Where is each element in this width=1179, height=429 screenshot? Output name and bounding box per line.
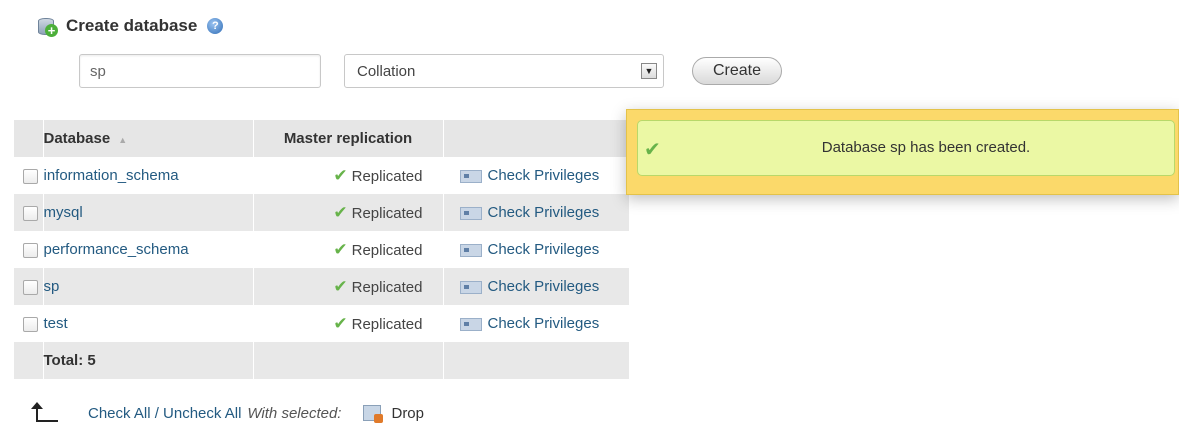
checkmark-icon: ✔ <box>333 202 348 222</box>
privileges-icon[interactable] <box>459 317 482 331</box>
total-row: Total: 5 <box>14 342 630 379</box>
table-row: information_schema ✔ Replicated Check Pri… <box>14 157 630 194</box>
drop-button[interactable]: Drop <box>391 405 424 422</box>
table-row: performance_schema ✔ Replicated Check Pri… <box>14 231 630 268</box>
total-label: Total: 5 <box>43 342 254 379</box>
master-replication-header: Master replication <box>253 120 444 157</box>
check-privileges-cell: Check Privileges <box>443 157 630 194</box>
help-icon[interactable]: ? <box>207 18 224 34</box>
with-selected-label: With selected: <box>247 404 342 422</box>
check-privileges-cell: Check Privileges <box>443 231 630 268</box>
database-name-link[interactable]: mysql <box>43 194 254 231</box>
row-checkbox[interactable] <box>23 242 38 258</box>
row-checkbox-cell <box>14 231 44 268</box>
total-empty-cell <box>443 342 630 379</box>
check-privileges-cell: Check Privileges <box>443 194 630 231</box>
check-privileges-link[interactable]: Check Privileges <box>488 241 600 258</box>
privileges-icon[interactable] <box>459 169 482 183</box>
notification-message-box: ✔ Database sp has been created. <box>637 120 1175 176</box>
database-name-link[interactable]: sp <box>43 268 254 305</box>
database-name-link[interactable]: information_schema <box>43 157 254 194</box>
privileges-icon[interactable] <box>459 206 482 220</box>
replication-status: ✔ Replicated <box>253 268 444 305</box>
create-database-title: Create database <box>66 16 198 35</box>
total-empty-cell <box>253 342 444 379</box>
success-notification[interactable]: ✔ Database sp has been created. <box>626 109 1179 195</box>
checkmark-icon: ✔ <box>333 239 348 259</box>
check-privileges-link[interactable]: Check Privileges <box>488 167 600 184</box>
create-button[interactable]: Create <box>692 57 782 85</box>
check-privileges-cell: Check Privileges <box>443 305 630 342</box>
row-checkbox-cell <box>14 157 44 194</box>
row-checkbox[interactable] <box>23 205 38 221</box>
replication-label: Replicated <box>351 204 423 222</box>
drop-icon[interactable] <box>363 405 384 423</box>
database-header-label: Database <box>43 130 111 147</box>
replication-label: Replicated <box>351 315 423 333</box>
arrow-up-icon <box>30 402 60 424</box>
table-header-row: Database ▲ Master replication <box>14 120 630 157</box>
row-checkbox[interactable] <box>23 316 38 332</box>
replication-status: ✔ Replicated <box>253 194 444 231</box>
chevron-down-icon[interactable]: ▼ <box>641 63 657 79</box>
privileges-icon[interactable] <box>459 243 482 257</box>
notification-message: Database sp has been created. <box>821 139 1031 156</box>
replication-label: Replicated <box>351 167 423 185</box>
database-name-link[interactable]: performance_schema <box>43 231 254 268</box>
row-checkbox-cell <box>14 305 44 342</box>
create-database-header: + Create database ? <box>36 12 224 40</box>
replication-status: ✔ Replicated <box>253 157 444 194</box>
table-row: test ✔ Replicated Check Privileges <box>14 305 630 342</box>
database-column-header[interactable]: Database ▲ <box>43 120 254 157</box>
row-checkbox-cell <box>14 268 44 305</box>
check-privileges-link[interactable]: Check Privileges <box>488 278 600 295</box>
table-row: sp ✔ Replicated Check Privileges <box>14 268 630 305</box>
checkmark-icon: ✔ <box>333 313 348 333</box>
table-row: mysql ✔ Replicated Check Privileges <box>14 194 630 231</box>
row-checkbox-cell <box>14 194 44 231</box>
database-name-input[interactable] <box>79 54 321 88</box>
replication-label: Replicated <box>351 278 423 296</box>
databases-table: Database ▲ Master replication information… <box>14 120 630 379</box>
check-privileges-link[interactable]: Check Privileges <box>488 204 600 221</box>
collation-select[interactable]: Collation ▼ <box>344 54 664 88</box>
database-name-link[interactable]: test <box>43 305 254 342</box>
sort-ascending-icon[interactable]: ▲ <box>118 135 127 145</box>
header-checkbox-col <box>14 120 44 157</box>
collation-selected-value: Collation <box>357 63 416 80</box>
privileges-icon[interactable] <box>459 280 482 294</box>
total-empty-cell <box>14 342 44 379</box>
checkmark-icon: ✔ <box>333 165 348 185</box>
replication-status: ✔ Replicated <box>253 231 444 268</box>
bulk-actions-bar: Check All / Uncheck All With selected: D… <box>30 402 424 424</box>
replication-label: Replicated <box>351 241 423 259</box>
row-checkbox[interactable] <box>23 279 38 295</box>
replication-status: ✔ Replicated <box>253 305 444 342</box>
checkmark-icon: ✔ <box>333 276 348 296</box>
check-all-link[interactable]: Check All / Uncheck All <box>88 405 241 422</box>
check-privileges-link[interactable]: Check Privileges <box>488 315 600 332</box>
row-checkbox[interactable] <box>23 168 38 184</box>
check-privileges-cell: Check Privileges <box>443 268 630 305</box>
actions-column-header <box>443 120 630 157</box>
database-add-icon: + <box>36 15 58 37</box>
